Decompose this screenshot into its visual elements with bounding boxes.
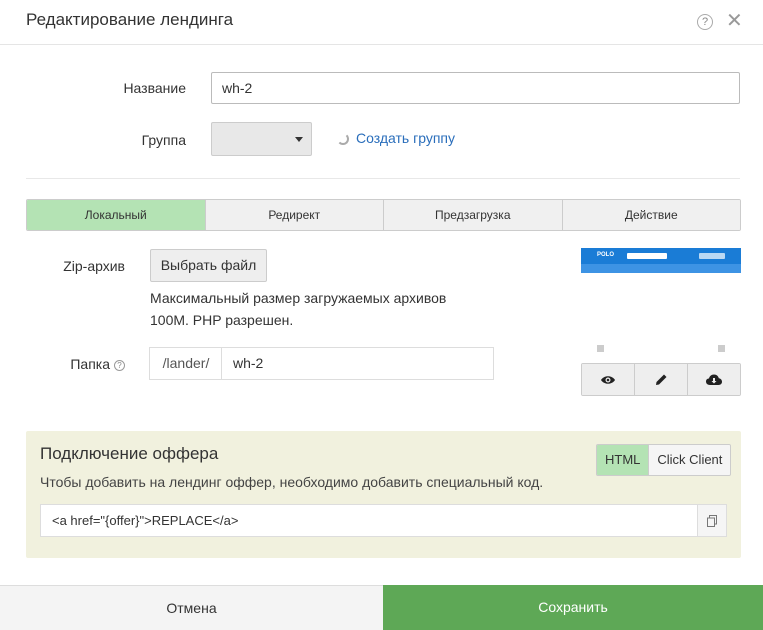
create-group-link[interactable]: Создать группу (356, 130, 455, 146)
upload-hint: Максимальный размер загружаемых архивов … (150, 287, 480, 331)
upload-hint-line-2: 100M. PHP разрешен. (150, 312, 294, 328)
mode-click-client-button[interactable]: Click Client (649, 445, 731, 475)
folder-label-wrap: Папка? (40, 356, 125, 372)
preview-header-button (699, 253, 725, 259)
offer-description: Чтобы добавить на лендинг оффер, необход… (40, 474, 544, 490)
folder-label: Папка (70, 356, 110, 372)
copy-button[interactable] (697, 504, 727, 537)
eye-icon (601, 375, 615, 384)
info-icon[interactable]: ? (114, 360, 125, 371)
offer-mode-toggle: HTML Click Client (596, 444, 732, 476)
pencil-icon (655, 374, 666, 385)
zip-archive-label: Zip-архив (63, 258, 125, 274)
tab-local[interactable]: Локальный (27, 200, 206, 230)
preview-nav-bar (581, 264, 741, 273)
tab-action[interactable]: Действие (562, 200, 740, 230)
offer-title: Подключение оффера (40, 444, 219, 463)
offer-panel: Подключение оффера Чтобы добавить на лен… (26, 431, 741, 558)
cloud-download-icon (706, 374, 722, 385)
folder-input[interactable]: wh-2 (221, 347, 494, 380)
divider (26, 178, 740, 179)
source-tabs: Локальный Редирект Предзагрузка Действие (26, 199, 741, 231)
landing-preview-thumbnail: POLO (581, 248, 741, 356)
help-icon[interactable]: ? (697, 14, 713, 30)
choose-file-button[interactable]: Выбрать файл (150, 249, 267, 282)
preview-logo: POLO (597, 252, 615, 258)
save-button[interactable]: Сохранить (383, 585, 763, 630)
cancel-button[interactable]: Отмена (0, 585, 383, 630)
tab-redirect[interactable]: Редирект (205, 200, 384, 230)
dialog-title: Редактирование лендинга (26, 10, 234, 29)
dialog-header: Редактирование лендинга ? ✕ (0, 0, 763, 45)
download-button[interactable] (688, 364, 740, 395)
group-label: Группа (141, 132, 186, 148)
caret-down-icon (295, 137, 303, 142)
name-input[interactable]: wh-2 (211, 72, 740, 104)
name-label: Название (123, 80, 186, 96)
spinner-icon (337, 133, 349, 145)
upload-hint-line-1: Максимальный размер загружаемых архивов (150, 290, 447, 306)
view-button[interactable] (582, 364, 635, 395)
offer-code-input[interactable]: <a href="{offer}">REPLACE</a> (40, 504, 697, 537)
preview-header-bar: POLO (581, 248, 741, 264)
mode-html-button[interactable]: HTML (597, 445, 650, 475)
preview-placeholder-square (718, 345, 725, 352)
group-select[interactable] (211, 122, 312, 156)
tab-preload[interactable]: Предзагрузка (384, 200, 563, 230)
preview-actions (581, 363, 741, 396)
copy-icon (707, 514, 717, 527)
folder-prefix: /lander/ (149, 347, 222, 380)
preview-search-bar (627, 253, 667, 259)
preview-placeholder-square (597, 345, 604, 352)
edit-button[interactable] (635, 364, 688, 395)
edit-landing-dialog: Редактирование лендинга ? ✕ Название wh-… (0, 0, 763, 630)
close-icon[interactable]: ✕ (726, 10, 743, 32)
